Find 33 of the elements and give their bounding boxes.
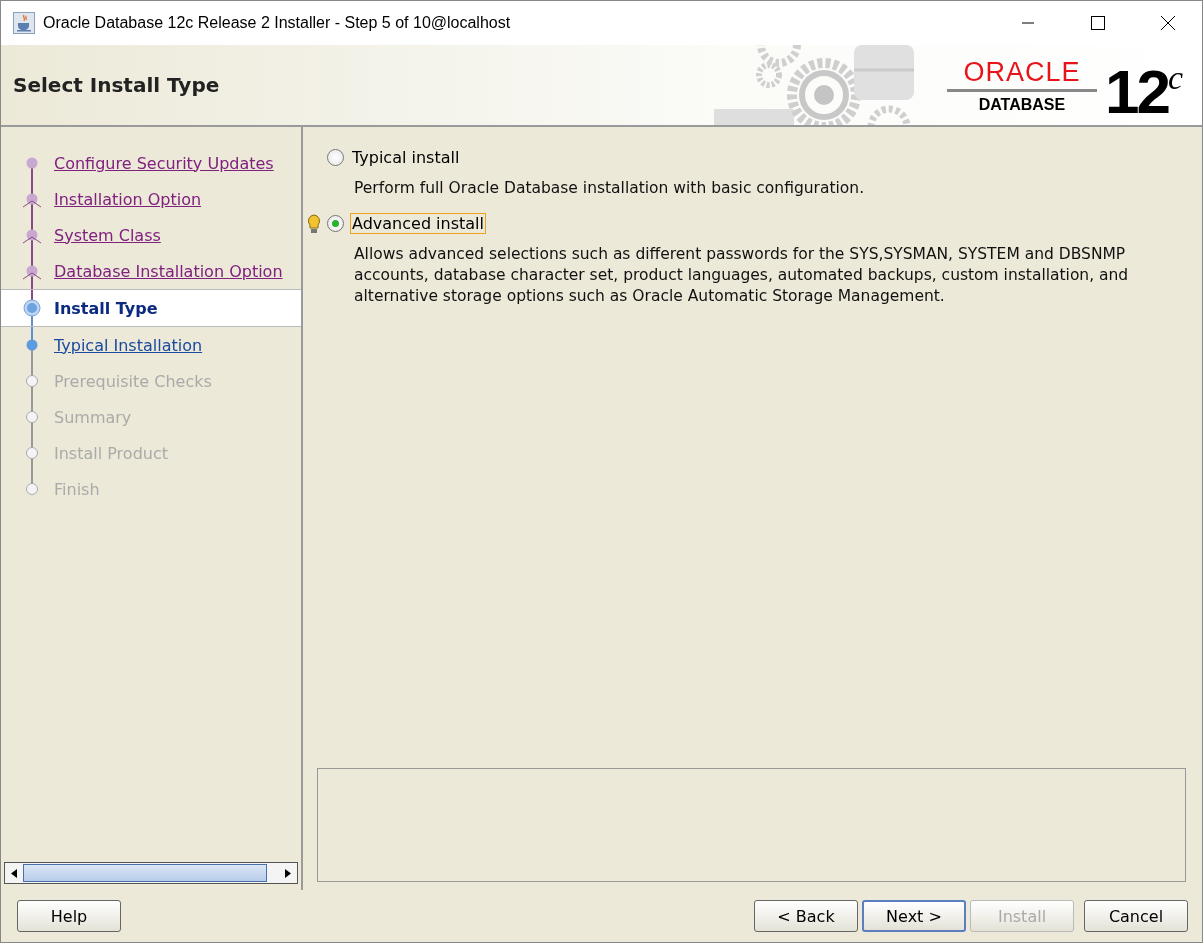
step-item[interactable]: Typical Installation <box>1 327 301 363</box>
java-cup-icon <box>13 12 35 34</box>
step-item[interactable]: Installation Option <box>1 181 301 217</box>
option-description: Perform full Oracle Database installation with basic configuration. <box>354 178 866 199</box>
step-item[interactable]: System Class <box>1 217 301 253</box>
step-item[interactable]: Configure Security Updates <box>1 145 301 181</box>
maximize-icon[interactable] <box>1090 15 1106 31</box>
option-label[interactable]: Typical install <box>350 147 462 168</box>
horizontal-scrollbar[interactable] <box>4 862 298 884</box>
lightbulb-icon <box>307 213 321 234</box>
radio-button[interactable] <box>327 149 344 166</box>
step-item: Prerequisite Checks <box>1 363 301 399</box>
window-title: Oracle Database 12c Release 2 Installer - Step 5 of 10@localhost <box>43 14 511 32</box>
scroll-left-icon[interactable] <box>11 868 17 878</box>
step-item[interactable]: Install Type <box>1 289 301 327</box>
scroll-right-icon[interactable] <box>285 868 291 878</box>
dialog-button[interactable]: Cancel <box>1084 900 1188 932</box>
dialog-button[interactable]: < Back <box>754 900 858 932</box>
page-title: Select Install Type <box>12 73 220 97</box>
step-item[interactable]: Database Installation Option <box>1 253 301 289</box>
version-number: 12$^{c}$ <box>1104 56 1180 122</box>
dialog-button[interactable]: Help <box>17 900 121 932</box>
step-node-icon <box>21 297 43 319</box>
step-item: Install Product <box>1 435 301 471</box>
dialog-button[interactable]: Next > <box>862 900 966 932</box>
brand-logo-text: ORACLE <box>963 56 1081 87</box>
step-item: Finish <box>1 471 301 507</box>
close-icon[interactable] <box>1160 15 1176 31</box>
option-label[interactable]: Advanced install <box>350 213 486 234</box>
product-name: DATABASE <box>978 95 1066 114</box>
option-description: Allows advanced selections such as different passwords for the SYS,SYSMAN, SYSTEM and DBSNMP accounts, database character set, product languages, automated backups, custom installation, and alternative storage options such as Oracle Automatic Storage Management. <box>354 244 1130 307</box>
step-item: Summary <box>1 399 301 435</box>
radio-button[interactable] <box>327 215 344 232</box>
